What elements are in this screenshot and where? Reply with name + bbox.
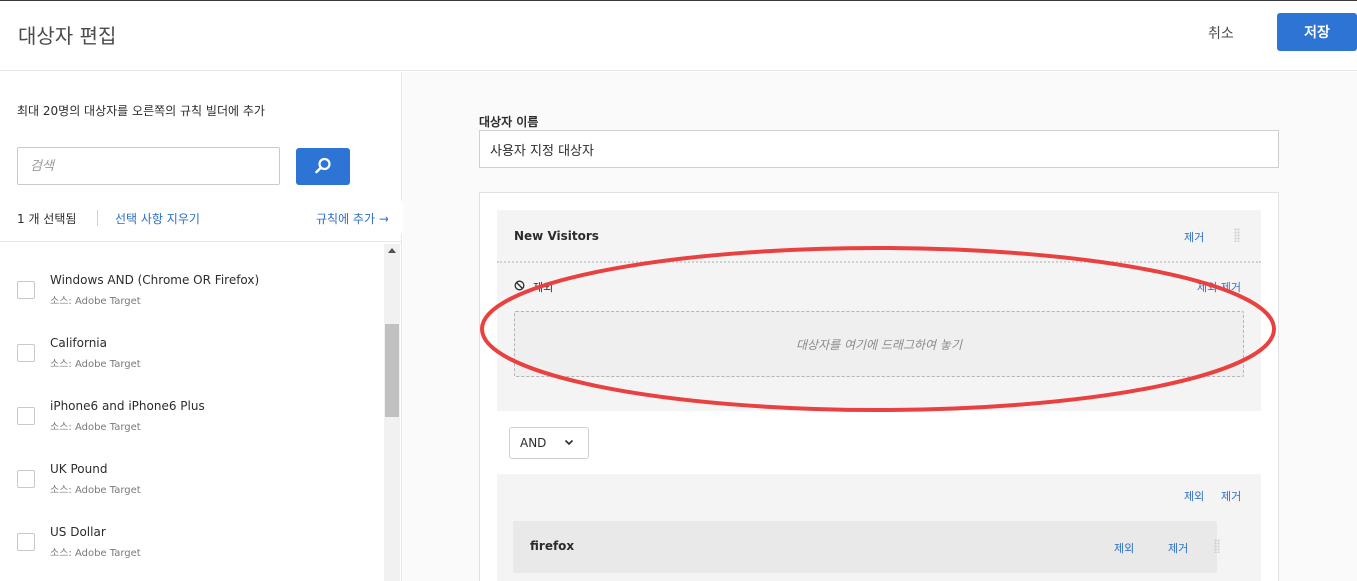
annotation-ellipse (480, 246, 1276, 412)
